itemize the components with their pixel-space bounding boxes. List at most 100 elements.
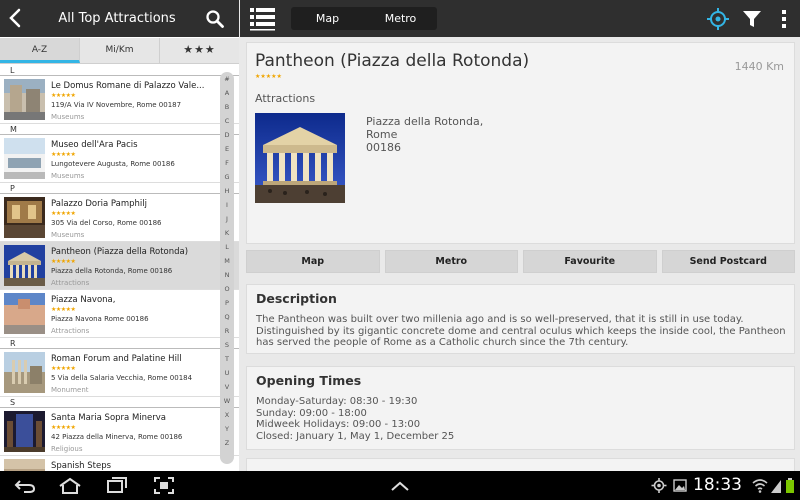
list-item[interactable]: Museo dell'Ara Pacis ★★★★★ Lungotevere A… bbox=[0, 135, 239, 183]
home-icon[interactable] bbox=[58, 477, 82, 494]
index-letter[interactable]: Z bbox=[220, 436, 234, 450]
map-metro-switch: Map Metro bbox=[291, 7, 437, 30]
map-tab[interactable]: Map bbox=[291, 7, 364, 30]
index-letter[interactable]: F bbox=[220, 156, 234, 170]
index-letter[interactable]: Y bbox=[220, 422, 234, 436]
description-card: Description The Pantheon was built over … bbox=[246, 284, 795, 354]
index-letter[interactable]: C bbox=[220, 114, 234, 128]
item-rating: ★★★★★ bbox=[51, 424, 76, 431]
item-rating: ★★★★★ bbox=[51, 365, 76, 372]
back-arrow-icon[interactable] bbox=[4, 6, 28, 30]
index-letter[interactable]: T bbox=[220, 352, 234, 366]
opening-time-line: Closed: January 1, May 1, December 25 bbox=[256, 430, 455, 442]
list-menu-icon[interactable] bbox=[249, 5, 276, 32]
index-letter[interactable]: H bbox=[220, 184, 234, 198]
filter-icon[interactable] bbox=[742, 9, 762, 29]
index-letter[interactable]: Q bbox=[220, 310, 234, 324]
section-header: R bbox=[0, 338, 239, 349]
index-letter[interactable]: I bbox=[220, 198, 234, 212]
tab-sort-az[interactable]: A-Z bbox=[0, 38, 80, 63]
list-item[interactable]: Santa Maria Sopra Minerva ★★★★★ 42 Piazz… bbox=[0, 408, 239, 456]
index-letter[interactable]: X bbox=[220, 408, 234, 422]
item-address: Piazza Navona Rome 00186 bbox=[51, 315, 149, 323]
screenshot-icon[interactable] bbox=[154, 477, 174, 494]
index-letter[interactable]: M bbox=[220, 254, 234, 268]
list-item[interactable]: Piazza Navona, ★★★★★ Piazza Navona Rome … bbox=[0, 290, 239, 338]
sort-tabs: A-Z Mi/Km ★★★ bbox=[0, 38, 239, 64]
item-rating: ★★★★★ bbox=[51, 306, 76, 313]
section-header: M bbox=[0, 124, 239, 135]
item-rating: ★★★★★ bbox=[51, 92, 76, 99]
list-item-selected[interactable]: Pantheon (Piazza della Rotonda) ★★★★★ Pi… bbox=[0, 242, 239, 290]
item-name: Santa Maria Sopra Minerva bbox=[51, 413, 166, 423]
index-letter[interactable]: O bbox=[220, 282, 234, 296]
recent-apps-icon[interactable] bbox=[106, 477, 128, 494]
item-rating: ★★★★★ bbox=[51, 210, 76, 217]
item-address: Lungotevere Augusta, Rome 00186 bbox=[51, 160, 175, 168]
metro-button[interactable]: Metro bbox=[384, 250, 518, 273]
overflow-menu-icon[interactable] bbox=[780, 8, 788, 30]
up-chevron-icon[interactable] bbox=[389, 477, 411, 494]
item-category: Monument bbox=[51, 386, 89, 394]
item-category: Museums bbox=[51, 231, 85, 239]
list-item[interactable]: Spanish Steps bbox=[0, 456, 239, 471]
attraction-thumbnail bbox=[4, 352, 45, 393]
item-rating: ★★★★★ bbox=[51, 151, 76, 158]
map-button[interactable]: Map bbox=[246, 250, 380, 273]
item-name: Spanish Steps bbox=[51, 461, 112, 471]
index-letter[interactable]: G bbox=[220, 170, 234, 184]
item-address: Piazza della Rotonda, Rome 00186 bbox=[51, 267, 173, 275]
locate-target-icon[interactable] bbox=[707, 8, 729, 30]
address-line: Rome bbox=[366, 128, 398, 141]
opening-time-line: Monday-Saturday: 08:30 - 19:30 bbox=[256, 396, 418, 407]
list-header: All Top Attractions bbox=[0, 0, 239, 37]
item-address: 305 Via del Corso, Rome 00186 bbox=[51, 219, 162, 227]
attraction-rating: ★★★★★ bbox=[255, 73, 282, 80]
index-letter[interactable]: S bbox=[220, 338, 234, 352]
index-letter[interactable]: K bbox=[220, 226, 234, 240]
index-letter[interactable]: V bbox=[220, 380, 234, 394]
tab-sort-rating[interactable]: ★★★ bbox=[160, 38, 239, 63]
index-letter[interactable]: N bbox=[220, 268, 234, 282]
section-header: S bbox=[0, 397, 239, 408]
item-name: Roman Forum and Palatine Hill bbox=[51, 354, 182, 364]
index-letter[interactable]: # bbox=[220, 72, 234, 86]
index-letter[interactable]: U bbox=[220, 366, 234, 380]
attraction-thumbnail bbox=[4, 138, 45, 179]
list-item[interactable]: Roman Forum and Palatine Hill ★★★★★ 5 Vi… bbox=[0, 349, 239, 397]
list-item[interactable]: Palazzo Doria Pamphilj ★★★★★ 305 Via del… bbox=[0, 194, 239, 242]
index-letter[interactable]: B bbox=[220, 100, 234, 114]
index-letter[interactable]: L bbox=[220, 240, 234, 254]
attraction-thumbnail bbox=[4, 459, 45, 471]
send-postcard-button[interactable]: Send Postcard bbox=[661, 250, 795, 273]
index-letter[interactable]: E bbox=[220, 142, 234, 156]
index-letter[interactable]: D bbox=[220, 128, 234, 142]
description-title: Description bbox=[256, 291, 337, 306]
attractions-list[interactable]: L Le Domus Romane di Palazzo Vale... ★★★… bbox=[0, 65, 239, 471]
description-text: The Pantheon was built over two millenia… bbox=[256, 314, 786, 348]
address-line: Piazza della Rotonda, bbox=[366, 115, 484, 128]
item-name: Museo dell'Ara Pacis bbox=[51, 140, 138, 150]
index-letter[interactable]: J bbox=[220, 212, 234, 226]
alphabet-index-scrollbar[interactable]: # A B C D E F G H I J K L M N O P Q R S … bbox=[220, 72, 234, 464]
image-icon bbox=[673, 479, 687, 492]
signal-icon bbox=[771, 480, 781, 493]
index-letter[interactable]: R bbox=[220, 324, 234, 338]
list-item[interactable]: Le Domus Romane di Palazzo Vale... ★★★★★… bbox=[0, 76, 239, 124]
index-letter[interactable]: W bbox=[220, 394, 234, 408]
item-name: Pantheon (Piazza della Rotonda) bbox=[51, 247, 189, 257]
attraction-photo[interactable] bbox=[255, 113, 345, 203]
opening-times-title: Opening Times bbox=[256, 373, 362, 388]
attraction-detail-pane: Map Metro Pantheon (Piazza della Rotonda… bbox=[240, 0, 800, 478]
search-icon[interactable] bbox=[205, 9, 225, 29]
index-letter[interactable]: P bbox=[220, 296, 234, 310]
favourite-button[interactable]: Favourite bbox=[523, 250, 657, 273]
back-icon[interactable] bbox=[14, 477, 36, 494]
item-category: Religious bbox=[51, 445, 83, 453]
index-letter[interactable]: A bbox=[220, 86, 234, 100]
metro-tab[interactable]: Metro bbox=[364, 7, 437, 30]
tab-sort-distance[interactable]: Mi/Km bbox=[80, 38, 160, 63]
action-buttons: Map Metro Favourite Send Postcard bbox=[246, 250, 795, 273]
attraction-thumbnail bbox=[4, 411, 45, 452]
system-clock: 18:33 bbox=[693, 475, 742, 495]
